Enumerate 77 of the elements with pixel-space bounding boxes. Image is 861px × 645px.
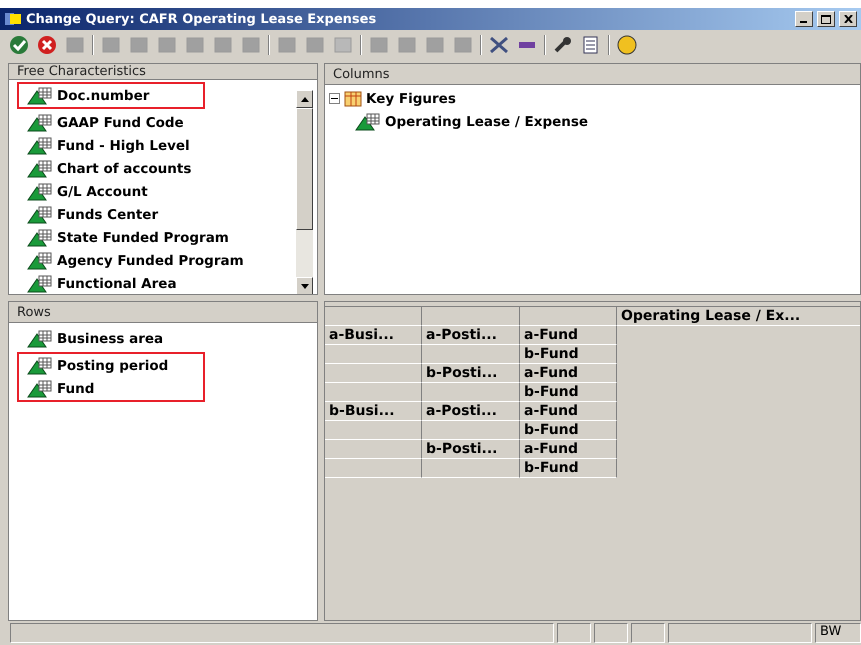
characteristic-icon (27, 252, 53, 270)
table-cell: a-Posti... (422, 402, 520, 421)
toolbar-button[interactable] (212, 35, 234, 55)
table-cell: b-Fund (520, 459, 617, 478)
characteristic-icon (27, 380, 53, 398)
toolbar-button[interactable] (184, 35, 206, 55)
characteristic-label[interactable]: Posting period (57, 358, 168, 374)
panel-header: Free Characteristics (9, 64, 317, 80)
characteristic-icon (27, 136, 53, 154)
toolbar-button[interactable] (452, 35, 474, 55)
toolbar-button[interactable] (304, 35, 326, 55)
characteristic-label[interactable]: Chart of accounts (57, 160, 192, 176)
cancel-icon[interactable] (36, 35, 58, 55)
toolbar-button[interactable] (368, 35, 390, 55)
toolbar-button[interactable] (128, 35, 150, 55)
characteristic-icon (355, 112, 381, 130)
toolbar-button[interactable] (396, 35, 418, 55)
characteristic-label[interactable]: G/L Account (57, 184, 148, 200)
panel-header: Rows (9, 302, 317, 323)
tree-node-label[interactable]: Key Figures (366, 90, 456, 106)
close-icon (844, 15, 852, 23)
table-cell: b-Fund (520, 345, 617, 364)
table-cell: b-Fund (520, 383, 617, 402)
toolbar-button[interactable] (424, 35, 446, 55)
down-arrow-icon (300, 284, 308, 288)
characteristic-label[interactable]: Funds Center (57, 206, 158, 222)
characteristic-label[interactable]: Functional Area (57, 276, 177, 292)
characteristic-icon (27, 330, 53, 348)
minimize-button[interactable] (795, 11, 813, 27)
close-button[interactable] (839, 11, 857, 27)
characteristic-label[interactable]: Fund (57, 380, 94, 396)
system-field: BW (815, 623, 861, 643)
characteristic-icon (27, 228, 53, 246)
table-cell: b-Fund (520, 421, 617, 440)
characteristic-icon (27, 182, 53, 200)
table-cell: b-Posti... (422, 440, 520, 459)
characteristic-label[interactable]: GAAP Fund Code (57, 114, 184, 130)
characteristic-label[interactable]: Business area (57, 330, 164, 346)
status-field (631, 623, 665, 643)
column-header-cell: Operating Lease / Ex... (617, 307, 860, 326)
characteristic-icon (27, 206, 53, 224)
toolbar-button[interactable] (332, 35, 354, 55)
maximize-icon (821, 14, 831, 24)
characteristic-icon (27, 114, 53, 132)
status-field (557, 623, 591, 643)
toolbar-button[interactable] (64, 35, 86, 55)
toolbar-button[interactable] (100, 35, 122, 55)
collapse-icon[interactable] (329, 93, 340, 104)
panel-header: Columns (325, 64, 860, 85)
table-cell: a-Fund (520, 326, 617, 345)
characteristic-icon (27, 160, 53, 178)
toolbar-button[interactable] (156, 35, 178, 55)
table-cell: a-Fund (520, 364, 617, 383)
characteristic-label[interactable]: Doc.number (57, 88, 150, 104)
table-cell: b-Busi... (325, 402, 422, 421)
table-cell: a-Fund (520, 440, 617, 459)
check-icon[interactable] (8, 35, 30, 55)
toolbar-button[interactable] (240, 35, 262, 55)
scrollbar[interactable] (296, 90, 313, 294)
up-arrow-icon (300, 96, 308, 102)
table-cell: a-Fund (520, 402, 617, 421)
toolbar-button[interactable] (276, 35, 298, 55)
table-cell: b-Posti... (422, 364, 520, 383)
maximize-button[interactable] (817, 11, 835, 27)
characteristic-label[interactable]: Agency Funded Program (57, 252, 244, 268)
characteristic-icon (27, 274, 53, 292)
table-cell: a-Posti... (422, 326, 520, 345)
app-icon (4, 11, 22, 27)
status-field (594, 623, 628, 643)
table-icon (344, 90, 362, 106)
characteristic-label[interactable]: State Funded Program (57, 230, 229, 246)
key-figure-label[interactable]: Operating Lease / Expense (385, 114, 588, 130)
characteristic-label[interactable]: Fund - High Level (57, 138, 190, 154)
table-cell: a-Busi... (325, 326, 422, 345)
characteristic-icon (27, 356, 53, 374)
characteristic-icon (27, 86, 53, 104)
window-title: Change Query: CAFR Operating Lease Expenses (26, 12, 378, 26)
